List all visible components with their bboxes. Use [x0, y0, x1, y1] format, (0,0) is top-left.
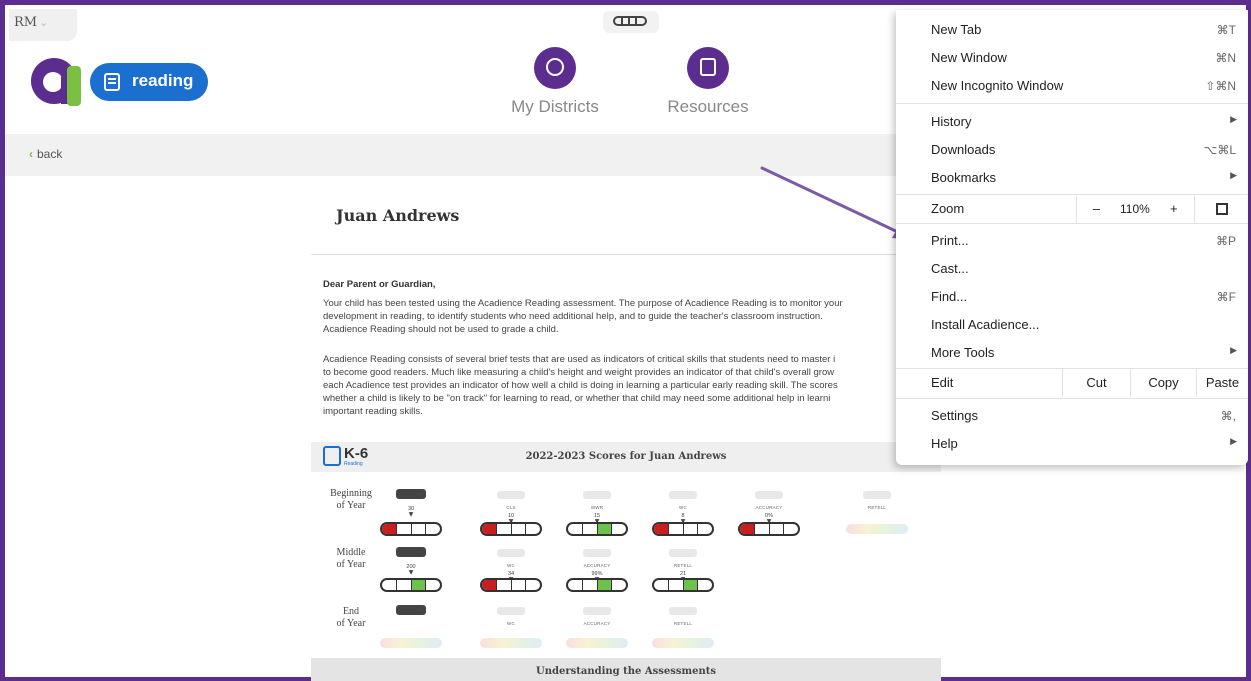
menu-label: Bookmarks: [931, 170, 997, 185]
fullscreen-icon: [1216, 203, 1228, 215]
menu-label: New Tab: [931, 22, 982, 37]
copy-button[interactable]: Copy: [1130, 369, 1196, 397]
menu-find[interactable]: Find... ⌘F: [896, 283, 1248, 311]
submenu-arrow-icon: ▶: [1230, 345, 1237, 355]
shortcut: ⌘N: [1215, 51, 1236, 65]
menu-separator: [896, 103, 1248, 104]
menu-label: New Window: [931, 50, 1007, 65]
cut-button[interactable]: Cut: [1062, 369, 1130, 397]
menu-cast[interactable]: Cast...: [896, 255, 1248, 283]
menu-label: Zoom: [931, 201, 965, 216]
submenu-arrow-icon: ▶: [1230, 114, 1237, 124]
menu-label: Edit: [931, 375, 954, 390]
menu-label: Settings: [931, 408, 978, 423]
zoom-in-button[interactable]: +: [1170, 201, 1178, 216]
submenu-arrow-icon: ▶: [1230, 436, 1237, 446]
shortcut: ⌥⌘L: [1203, 143, 1236, 157]
menu-label: New Incognito Window: [931, 78, 1064, 93]
submenu-arrow-icon: ▶: [1230, 170, 1237, 180]
menu-label: Help: [931, 436, 958, 451]
menu-history[interactable]: History ▶: [896, 108, 1248, 136]
zoom-level: 110%: [1120, 202, 1150, 216]
menu-new-window[interactable]: New Window ⌘N: [896, 44, 1248, 72]
menu-label: Print...: [931, 233, 969, 248]
menu-separator: [896, 223, 1248, 224]
zoom-out-button[interactable]: –: [1076, 195, 1116, 223]
menu-label: Downloads: [931, 142, 996, 157]
menu-label: Cast...: [931, 261, 969, 276]
paste-button[interactable]: Paste: [1196, 369, 1248, 397]
menu-bookmarks[interactable]: Bookmarks ▶: [896, 164, 1248, 192]
shortcut: ⌘T: [1216, 23, 1236, 37]
cut-label: Cut: [1086, 375, 1107, 390]
menu-edit-row: Edit Cut Copy Paste: [896, 369, 1248, 397]
menu-settings[interactable]: Settings ⌘,: [896, 402, 1248, 430]
menu-install[interactable]: Install Acadience...: [896, 311, 1248, 339]
paste-label: Paste: [1205, 375, 1240, 390]
menu-downloads[interactable]: Downloads ⌥⌘L: [896, 136, 1248, 164]
zoom-minus: –: [1092, 201, 1101, 216]
menu-label: History: [931, 114, 972, 129]
menu-label: More Tools: [931, 345, 995, 360]
menu-zoom-row: Zoom – 110% +: [896, 195, 1248, 223]
menu-more-tools[interactable]: More Tools ▶: [896, 339, 1248, 367]
shortcut: ⌘,: [1220, 409, 1236, 423]
menu-help[interactable]: Help ▶: [896, 430, 1248, 458]
menu-new-tab[interactable]: New Tab ⌘T: [896, 16, 1248, 44]
chrome-menu: New Tab ⌘T New Window ⌘N New Incognito Win…: [896, 10, 1248, 465]
shortcut: ⇧⌘N: [1205, 79, 1236, 93]
copy-label: Copy: [1148, 375, 1179, 390]
shortcut: ⌘P: [1215, 234, 1236, 248]
menu-new-incognito[interactable]: New Incognito Window ⇧⌘N: [896, 72, 1248, 100]
shortcut: ⌘F: [1216, 290, 1236, 304]
menu-separator: [896, 398, 1248, 399]
menu-label: Install Acadience...: [931, 317, 1040, 332]
menu-label: Find...: [931, 289, 968, 304]
menu-print[interactable]: Print... ⌘P: [896, 227, 1248, 255]
fullscreen-button[interactable]: [1194, 195, 1248, 223]
